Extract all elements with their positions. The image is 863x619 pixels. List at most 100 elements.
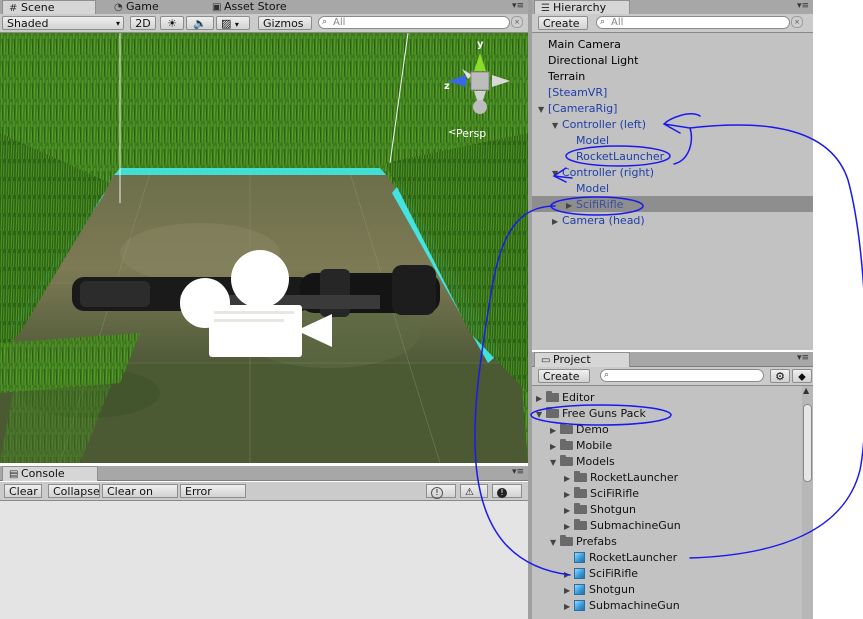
project-item[interactable]: ▶ SubmachineGun (564, 518, 681, 534)
hierarchy-item[interactable]: Model (566, 133, 609, 149)
scene-search-placeholder: All (333, 17, 346, 28)
console-tab-bar: ▤ Console ▾≡ (0, 466, 528, 481)
expand-arrow-closed-icon[interactable]: ▶ (564, 487, 574, 503)
clear-search-icon[interactable]: × (791, 16, 803, 28)
hierarchy-item-label: Main Camera (548, 38, 621, 51)
expand-arrow-closed-icon[interactable]: ▶ (566, 198, 576, 214)
project-item[interactable]: ▶ SubmachineGun (564, 598, 680, 614)
hierarchy-item[interactable]: ▼ [CameraRig] (538, 101, 617, 117)
project-item[interactable]: ▼ Prefabs (550, 534, 617, 550)
store-icon: ▣ (212, 2, 222, 13)
panel-menu-icon[interactable]: ▾≡ (512, 467, 524, 477)
console-log-area[interactable] (0, 501, 528, 619)
tab-hierarchy-label: Hierarchy (553, 1, 607, 14)
project-item[interactable]: RocketLauncher (564, 550, 677, 566)
hierarchy-tree: Main Camera Directional Light Terrain [Stea… (532, 33, 813, 350)
projection-icon: < (448, 127, 457, 138)
hierarchy-item[interactable]: ▶ ScifiRifle (566, 197, 623, 213)
gizmos-dropdown[interactable]: Gizmos ▾ (258, 16, 312, 43)
hierarchy-search-input[interactable]: ⌕ All × (596, 16, 803, 29)
clear-search-icon[interactable]: × (511, 16, 523, 28)
expand-arrow-open-icon[interactable]: ▼ (552, 166, 562, 182)
console-collapse-button[interactable]: Collapse (48, 484, 100, 498)
folder-icon (546, 391, 559, 402)
expand-arrow-closed-icon[interactable]: ▶ (564, 599, 574, 615)
project-item[interactable]: ▶ Demo (550, 422, 609, 438)
lighting-toggle[interactable]: ☀ (160, 16, 184, 30)
hierarchy-item[interactable]: Terrain (538, 69, 585, 85)
hierarchy-item[interactable]: Model (566, 181, 609, 197)
prefab-cube-icon (574, 552, 585, 563)
tab-project[interactable]: ▭ Project (534, 352, 630, 367)
filter-by-type-button[interactable]: ⚙ (770, 369, 790, 383)
orientation-gizmo[interactable]: y z Persp < (440, 39, 520, 151)
expand-arrow-closed-icon[interactable]: ▶ (552, 214, 562, 230)
project-item[interactable]: ▼ Free Guns Pack (536, 406, 646, 422)
project-item[interactable]: ▶ Shotgun (564, 502, 636, 518)
effects-dropdown[interactable]: ▨ ▾ (216, 16, 250, 30)
console-error-pause-button[interactable]: Error Pause (180, 484, 246, 512)
tab-hierarchy[interactable]: ☰ Hierarchy (534, 0, 630, 15)
hierarchy-item[interactable]: Main Camera (538, 37, 621, 53)
scene-viewport[interactable]: y z Persp < (0, 33, 528, 463)
panel-menu-icon[interactable]: ▾≡ (512, 1, 524, 11)
console-clear-button[interactable]: Clear (4, 484, 42, 498)
tab-console[interactable]: ▤ Console (2, 466, 98, 481)
project-create-dropdown[interactable]: Create ▾ (538, 369, 590, 396)
console-error-toggle[interactable]: ! 0 (492, 484, 522, 512)
project-item[interactable]: ▶ SciFiRifle (564, 566, 638, 582)
scroll-up-icon[interactable]: ▲ (803, 386, 809, 395)
expand-arrow-closed-icon[interactable]: ▶ (564, 583, 574, 599)
hierarchy-item-label: Controller (left) (562, 118, 647, 131)
expand-arrow-closed-icon[interactable]: ▶ (564, 503, 574, 519)
tag-icon: ⬥ (798, 370, 806, 383)
expand-arrow-open-icon[interactable]: ▼ (550, 535, 560, 551)
filter-by-label-button[interactable]: ⬥ (792, 369, 812, 383)
hierarchy-item[interactable]: RocketLauncher (566, 149, 664, 165)
audio-toggle[interactable]: 🔈 (186, 16, 214, 30)
projection-label[interactable]: Persp (456, 127, 486, 140)
hierarchy-item[interactable]: Directional Light (538, 53, 638, 69)
expand-arrow-open-icon[interactable]: ▼ (536, 407, 546, 423)
console-clear-on-play-button[interactable]: Clear on Play (102, 484, 178, 512)
hierarchy-item[interactable]: [SteamVR] (538, 85, 607, 101)
scene-toolbar: Shaded ▾ 2D ☀ 🔈 ▨ ▾ Gizmos ▾ ⌕ All × (0, 14, 528, 43)
hierarchy-item[interactable]: ▼ Controller (right) (552, 165, 654, 181)
tab-scene[interactable]: # Scene (2, 0, 96, 15)
project-search-input[interactable]: ⌕ (600, 369, 764, 382)
expand-arrow-closed-icon[interactable]: ▶ (536, 391, 546, 407)
expand-arrow-closed-icon[interactable]: ▶ (550, 423, 560, 439)
panel-menu-icon[interactable]: ▾≡ (797, 1, 809, 11)
expand-arrow-open-icon[interactable]: ▼ (550, 455, 560, 471)
project-item[interactable]: ▶ Shotgun (564, 582, 635, 598)
expand-arrow-open-icon[interactable]: ▼ (552, 118, 562, 134)
expand-arrow-closed-icon[interactable]: ▶ (564, 471, 574, 487)
tab-game[interactable]: ◔ Game (108, 0, 165, 14)
project-item[interactable]: ▶ Mobile (550, 438, 612, 454)
project-scrollbar[interactable]: ▲ (802, 386, 813, 619)
folder-icon (574, 503, 587, 514)
hierarchy-item[interactable]: ▼ Controller (left) (552, 117, 646, 133)
console-warning-toggle[interactable]: ⚠ 0 (460, 484, 488, 513)
folder-icon (560, 439, 573, 450)
project-item-label: Shotgun (590, 503, 636, 516)
project-item[interactable]: ▼ Models (550, 454, 615, 470)
expand-arrow-closed-icon[interactable]: ▶ (564, 519, 574, 535)
hierarchy-item[interactable]: ▶ Camera (head) (552, 213, 645, 229)
scrollbar-thumb[interactable] (803, 404, 812, 482)
project-item[interactable]: ▶ RocketLauncher (564, 470, 678, 486)
mode-2d-toggle[interactable]: 2D (130, 16, 156, 30)
project-item[interactable]: ▶ SciFiRifle (564, 486, 639, 502)
tab-asset-store[interactable]: ▣ Asset Store (206, 0, 293, 14)
expand-arrow-open-icon[interactable]: ▼ (538, 102, 548, 118)
shading-mode-dropdown[interactable]: Shaded ▾ (2, 16, 124, 30)
right-margin (813, 0, 863, 619)
console-info-toggle[interactable]: ! 0 (426, 484, 456, 512)
expand-arrow-closed-icon[interactable]: ▶ (564, 567, 574, 583)
project-item[interactable]: ▶ Editor (536, 390, 595, 406)
sun-icon: ☀ (167, 17, 177, 30)
expand-arrow-closed-icon[interactable]: ▶ (550, 439, 560, 455)
panel-menu-icon[interactable]: ▾≡ (797, 353, 809, 363)
scene-search-input[interactable]: ⌕ All × (318, 16, 523, 29)
hierarchy-create-dropdown[interactable]: Create ▾ (538, 16, 588, 43)
